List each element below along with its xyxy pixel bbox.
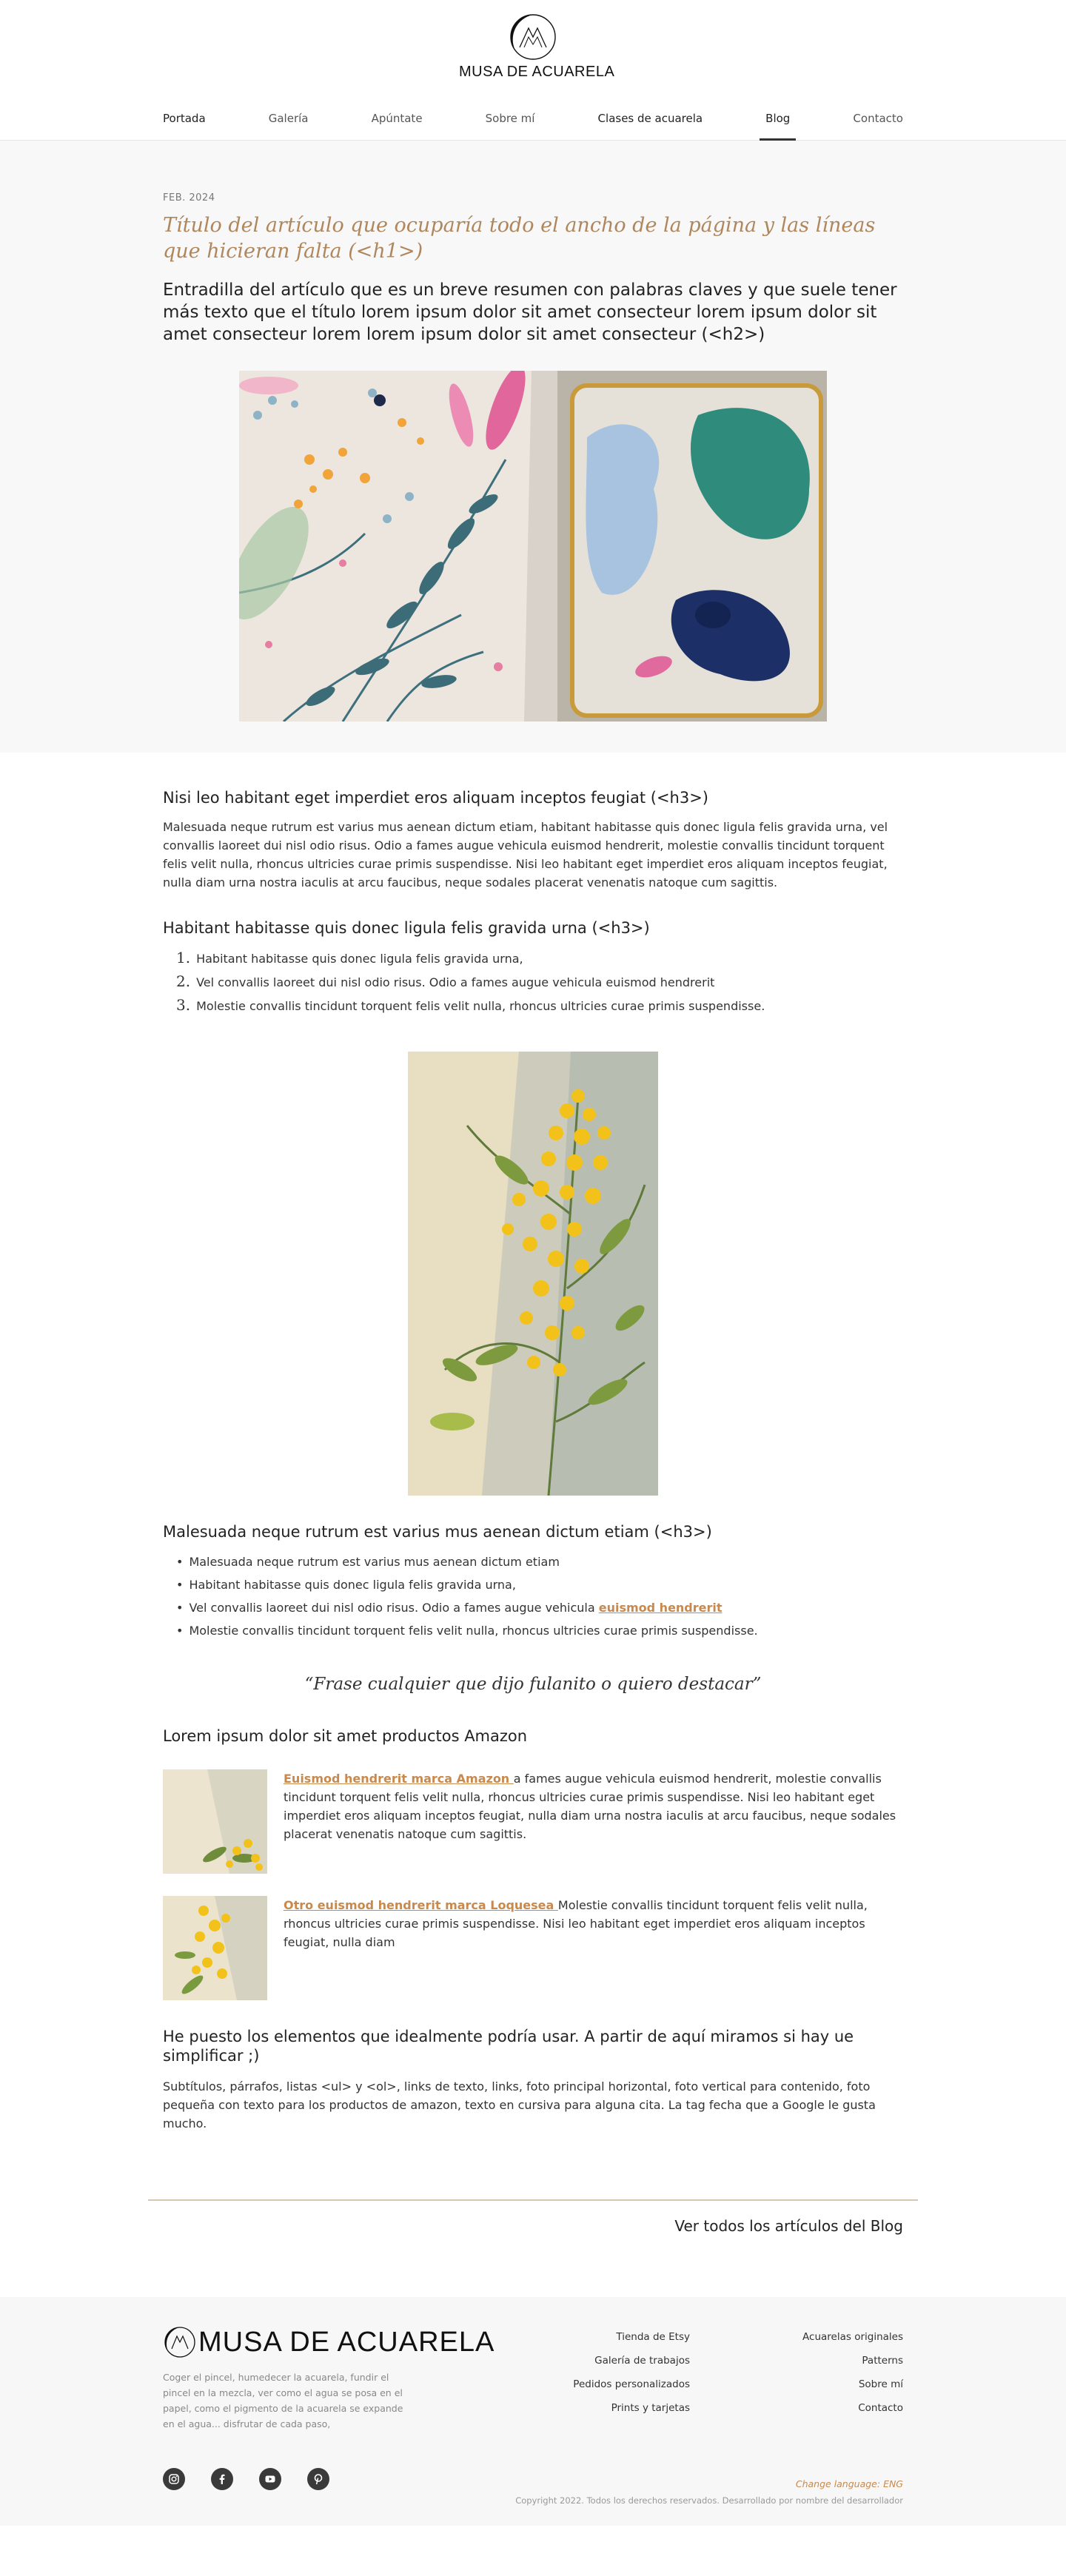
all-posts-link[interactable]: Ver todos los artículos del Blog bbox=[674, 2217, 903, 2235]
ordered-list-item: 1. Habitant habitasse quis donec ligula f… bbox=[176, 949, 523, 966]
section-heading-2: Habitant habitasse quis donec ligula fel… bbox=[163, 919, 650, 937]
bullet-list-item: Malesuada neque rutrum est varius mus ae… bbox=[176, 1550, 903, 1573]
post-lead: Entradilla del artículo que es un breve … bbox=[163, 280, 897, 344]
footer-link-etsy[interactable]: Tienda de Etsy bbox=[573, 2325, 690, 2349]
section-divider bbox=[148, 2199, 918, 2201]
footer-links-col-2: Acuarelas originales Patterns Sobre mí C… bbox=[802, 2325, 903, 2420]
amazon-product-2: Otro euismod hendrerit marca Loquesea Mo… bbox=[163, 1896, 903, 2000]
post-date: FEB. 2024 bbox=[163, 192, 215, 204]
main-nav: Portada Galería Apúntate Sobre mí Clases… bbox=[163, 110, 903, 141]
footer-link-acuarelas[interactable]: Acuarelas originales bbox=[802, 2325, 903, 2349]
product-thumbnail-1[interactable] bbox=[163, 1769, 267, 1874]
footer-brand-name: MUSA DE ACUARELA bbox=[198, 2326, 495, 2358]
nav-clases[interactable]: Clases de acuarela bbox=[598, 110, 703, 141]
post-title: Título del artículo que ocuparía todo el… bbox=[163, 214, 876, 263]
brand-logo-icon bbox=[510, 14, 556, 60]
highlight-quote: “Frase cualquier que dijo fulanito o qui… bbox=[304, 1675, 762, 1694]
footer-link-contacto[interactable]: Contacto bbox=[802, 2396, 903, 2420]
final-heading: He puesto los elementos que idealmente p… bbox=[163, 2028, 854, 2065]
bullet-list-item: Vel convallis laoreet dui nisl odio risu… bbox=[176, 1596, 903, 1619]
euismod-hendrerit-link[interactable]: euismod hendrerit bbox=[599, 1601, 723, 1615]
nav-galeria[interactable]: Galería bbox=[269, 110, 309, 141]
site-footer: MUSA DE ACUARELA Coger el pincel, humede… bbox=[0, 2297, 1066, 2526]
social-links bbox=[163, 2468, 355, 2490]
language-switcher: Change language: ENG bbox=[795, 2478, 903, 2489]
hero-image bbox=[239, 371, 827, 722]
footer-tagline: Coger el pincel, humedecer la acuarela, … bbox=[163, 2372, 403, 2429]
product-text-2: Otro euismod hendrerit marca Loquesea Mo… bbox=[284, 1898, 868, 1949]
footer-link-pedidos[interactable]: Pedidos personalizados bbox=[573, 2372, 690, 2396]
product-thumbnail-2[interactable] bbox=[163, 1896, 267, 2000]
youtube-icon[interactable] bbox=[259, 2468, 281, 2490]
mimosa-image bbox=[408, 1052, 658, 1496]
nav-sobre-mi[interactable]: Sobre mí bbox=[486, 110, 535, 141]
bullet-list-item: Molestie convallis tincidunt torquent fe… bbox=[176, 1619, 903, 1642]
section-heading-1: Nisi leo habitant eget imperdiet eros al… bbox=[163, 789, 708, 807]
footer-link-galeria[interactable]: Galería de trabajos bbox=[573, 2349, 690, 2372]
language-eng-link[interactable]: ENG bbox=[883, 2478, 903, 2489]
nav-apuntate[interactable]: Apúntate bbox=[372, 110, 423, 141]
site-logo[interactable]: MUSA DE ACUARELA bbox=[459, 12, 615, 81]
nav-contacto[interactable]: Contacto bbox=[853, 110, 903, 141]
post-hero: FEB. 2024 Título del artículo que ocupar… bbox=[0, 141, 1066, 753]
amazon-heading: Lorem ipsum dolor sit amet productos Ama… bbox=[163, 1727, 528, 1745]
amazon-product-1: Euismod hendrerit marca Amazon a fames a… bbox=[163, 1769, 903, 1874]
footer-link-sobre-mi[interactable]: Sobre mí bbox=[802, 2372, 903, 2396]
section-paragraph-1: Malesuada neque rutrum est varius mus ae… bbox=[163, 820, 888, 890]
footer-link-prints[interactable]: Prints y tarjetas bbox=[573, 2396, 690, 2420]
pinterest-icon[interactable] bbox=[307, 2468, 329, 2490]
final-paragraph: Subtítulos, párrafos, listas <ul> y <ol>… bbox=[163, 2079, 876, 2131]
product-link-1[interactable]: Euismod hendrerit marca Amazon bbox=[284, 1772, 514, 1786]
nav-portada[interactable]: Portada bbox=[163, 110, 206, 141]
facebook-icon[interactable] bbox=[211, 2468, 233, 2490]
ordered-list: 1. Habitant habitasse quis donec ligula f… bbox=[163, 946, 903, 1018]
product-link-2[interactable]: Otro euismod hendrerit marca Loquesea bbox=[284, 1898, 558, 1912]
instagram-icon[interactable] bbox=[163, 2468, 185, 2490]
site-header: MUSA DE ACUARELA Portada Galería Apúntat… bbox=[0, 0, 1066, 141]
bullet-list-item: Habitant habitasse quis donec ligula fel… bbox=[176, 1573, 903, 1596]
product-text-1: Euismod hendrerit marca Amazon a fames a… bbox=[284, 1772, 896, 1841]
post-content: Nisi leo habitant eget imperdiet eros al… bbox=[163, 753, 903, 2133]
footer-brand-logo-icon bbox=[164, 2327, 195, 2358]
section-heading-3: Malesuada neque rutrum est varius mus ae… bbox=[163, 1523, 712, 1541]
brand-name: MUSA DE ACUARELA bbox=[459, 64, 615, 80]
nav-blog[interactable]: Blog bbox=[760, 110, 797, 141]
footer-links-col-1: Tienda de Etsy Galería de trabajos Pedid… bbox=[573, 2325, 690, 2420]
ordered-list-item: 2. Vel convallis laoreet dui nisl odio ri… bbox=[176, 972, 715, 990]
footer-link-patterns[interactable]: Patterns bbox=[802, 2349, 903, 2372]
copyright: Copyright 2022. Todos los derechos reser… bbox=[515, 2495, 903, 2506]
bullet-list: Malesuada neque rutrum est varius mus ae… bbox=[163, 1550, 903, 1642]
ordered-list-item: 3. Molestie convallis tincidunt torquent … bbox=[176, 996, 765, 1014]
footer-logo[interactable]: MUSA DE ACUARELA bbox=[163, 2325, 495, 2359]
